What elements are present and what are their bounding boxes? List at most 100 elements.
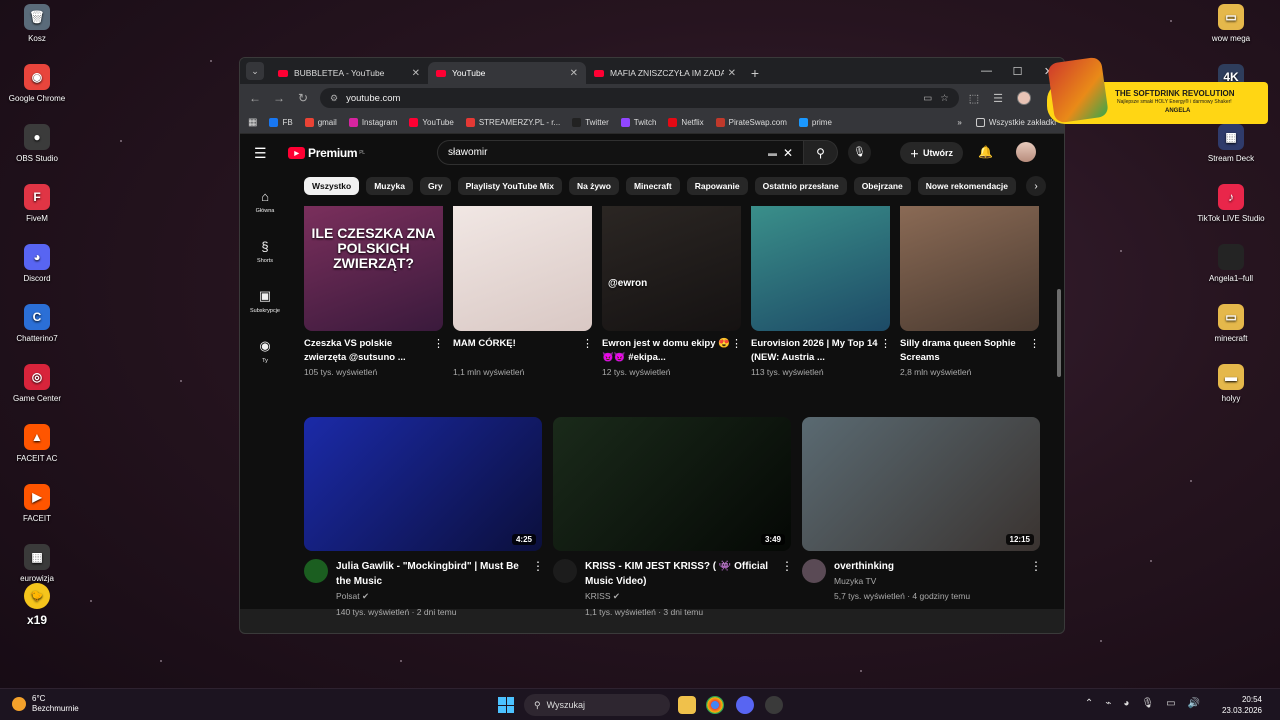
- tab-close-icon[interactable]: ✕: [728, 68, 736, 79]
- more-options-icon[interactable]: ⋮: [1029, 337, 1040, 365]
- obs-taskbar-icon[interactable]: [765, 696, 783, 714]
- search-input[interactable]: sławomir ▬ ✕: [437, 140, 804, 165]
- notifications-bell-icon[interactable]: 🔔: [978, 145, 993, 159]
- short-thumbnail[interactable]: ILE CZESZKA ZNA POLSKICH ZWIERZĄT?: [304, 206, 443, 331]
- site-info-icon[interactable]: ⚙: [330, 93, 338, 104]
- weather-widget[interactable]: 6°C Bezchmurnie: [12, 694, 79, 714]
- display-icon[interactable]: ▭: [1166, 698, 1175, 709]
- bookmark-item[interactable]: Twitter: [572, 118, 609, 127]
- all-bookmarks-button[interactable]: Wszystkie zakładki: [975, 118, 1056, 127]
- channel-avatar[interactable]: [802, 559, 826, 583]
- browser-tab[interactable]: MAFIA ZNISZCZYŁA IM ZADAN ✕: [586, 62, 744, 84]
- tray-overflow-icon[interactable]: ⌃: [1085, 698, 1093, 709]
- volume-icon[interactable]: 🔊: [1188, 698, 1200, 709]
- video-card[interactable]: 12:15 overthinking Muzyka TV 5,7 tys. wyświ…: [802, 417, 1042, 617]
- guide-item[interactable]: ⌂ Główna: [240, 176, 290, 226]
- filter-chip[interactable]: Na żywo: [568, 177, 619, 195]
- short-title[interactable]: Czeszka VS polskie zwierzęta @sutsuno ..…: [304, 337, 433, 365]
- desktop-icon[interactable]: ▦ Stream Deck: [1194, 124, 1268, 163]
- guide-item[interactable]: ▣ Subskrypcje: [240, 276, 290, 326]
- reading-list-icon[interactable]: ☰: [993, 92, 1003, 105]
- video-title[interactable]: Julia Gawlik - "Mockingbird" | Must Be t…: [336, 559, 524, 589]
- more-options-icon[interactable]: ⋮: [731, 337, 742, 365]
- short-card[interactable]: ILE CZESZKA ZNA POLSKICH ZWIERZĄT? Czeszk…: [304, 206, 444, 377]
- desktop-icon[interactable]: ● OBS Studio: [0, 124, 74, 163]
- more-options-icon[interactable]: ⋮: [433, 337, 444, 365]
- taskbar-search[interactable]: ⚲ Wyszukaj: [524, 694, 670, 716]
- channel-avatar[interactable]: [304, 559, 328, 583]
- tab-close-icon[interactable]: ✕: [570, 68, 578, 79]
- create-button[interactable]: ＋ Utwórz: [900, 142, 964, 164]
- yt-logo[interactable]: ▶ Premium PL: [288, 146, 365, 160]
- bookmark-item[interactable]: Twitch: [620, 118, 656, 127]
- tab-close-icon[interactable]: ✕: [412, 68, 420, 79]
- filter-chip[interactable]: Gry: [419, 177, 451, 195]
- cast-icon[interactable]: ▭: [923, 93, 932, 104]
- short-thumbnail[interactable]: [453, 206, 592, 331]
- short-thumbnail[interactable]: [900, 206, 1039, 331]
- desktop-icon[interactable]: F FiveM: [0, 184, 74, 223]
- desktop-icon[interactable]: ◎ Game Center: [0, 364, 74, 403]
- clear-search-icon[interactable]: ✕: [783, 146, 793, 160]
- video-thumbnail[interactable]: 3:49: [553, 417, 791, 551]
- desktop-icon[interactable]: ▶ FACEIT: [0, 484, 74, 523]
- chips-next-button[interactable]: ›: [1026, 176, 1046, 196]
- more-bookmarks-button[interactable]: »: [957, 118, 961, 127]
- tab-search-button[interactable]: ⌄: [246, 62, 264, 80]
- profile-avatar[interactable]: [1017, 91, 1031, 105]
- account-avatar[interactable]: [1016, 142, 1036, 162]
- search-button[interactable]: ⚲: [804, 140, 838, 165]
- browser-tab[interactable]: YouTube ✕: [428, 62, 586, 84]
- channel-name[interactable]: Muzyka TV: [834, 576, 1022, 586]
- short-title[interactable]: Ewron jest w domu ekipy 😍😈😈 #ekipa...: [602, 337, 731, 365]
- video-card[interactable]: 3:49 KRISS - KIM JEST KRISS? ( 👾 Official…: [553, 417, 793, 617]
- short-title[interactable]: MAM CÓRKĘ!: [453, 337, 582, 365]
- bookmark-item[interactable]: YouTube: [409, 118, 454, 127]
- desktop-icon[interactable]: C Chatterino7: [0, 304, 74, 343]
- desktop-icon[interactable]: ◕ Discord: [0, 244, 74, 283]
- video-card[interactable]: 4:25 Julia Gawlik - "Mockingbird" | Must …: [304, 417, 544, 617]
- new-tab-button[interactable]: +: [744, 62, 766, 84]
- desktop-icon[interactable]: 🗑 Kosz: [0, 4, 74, 43]
- bookmark-item[interactable]: prime: [798, 118, 832, 127]
- page-scrollbar[interactable]: [1056, 134, 1062, 609]
- short-card[interactable]: Eurovision 2026 | My Top 14 (NEW: Austri…: [751, 206, 891, 377]
- channel-name[interactable]: KRISS ✔: [585, 591, 773, 602]
- voice-search-button[interactable]: 🎙: [848, 141, 871, 164]
- reload-button[interactable]: ↻: [296, 91, 310, 105]
- maximize-button[interactable]: ☐: [1002, 58, 1033, 84]
- clock[interactable]: 20:54 23.03.2026: [1222, 694, 1262, 716]
- more-options-icon[interactable]: ⋮: [880, 337, 891, 365]
- more-options-icon[interactable]: ⋮: [1030, 559, 1042, 601]
- bookmark-item[interactable]: STREAMERZY.PL - r...: [465, 118, 560, 127]
- forward-button[interactable]: →: [272, 91, 286, 105]
- filter-chip[interactable]: Ostatnio przesłane: [754, 177, 847, 195]
- apps-grid-icon[interactable]: ▦: [248, 117, 257, 128]
- back-button[interactable]: ←: [248, 91, 262, 105]
- filter-chip[interactable]: Nowe rekomendacje: [917, 177, 1016, 195]
- bookmark-item[interactable]: Netflix: [668, 118, 704, 127]
- guide-item[interactable]: § Shorts: [240, 226, 290, 276]
- bookmark-item[interactable]: gmail: [304, 118, 337, 127]
- filter-chip[interactable]: Wszystko: [304, 177, 360, 195]
- filter-chip[interactable]: Playlisty YouTube Mix: [457, 177, 562, 195]
- file-explorer-icon[interactable]: [678, 696, 696, 714]
- short-card[interactable]: Silly drama queen Sophie Screams ⋮ 2,8 mln…: [900, 206, 1040, 377]
- keyboard-icon[interactable]: ▬: [768, 148, 777, 158]
- desktop-icon[interactable]: ▦ eurowizja: [0, 544, 74, 583]
- filter-chip[interactable]: Minecraft: [625, 177, 680, 195]
- bookmark-item[interactable]: FB: [269, 118, 293, 127]
- channel-name[interactable]: Polsat ✔: [336, 591, 524, 602]
- scrollbar-thumb[interactable]: [1057, 289, 1061, 377]
- discord-taskbar-icon[interactable]: [736, 696, 754, 714]
- mic-tray-icon[interactable]: 🎙: [1141, 698, 1154, 709]
- filter-chip[interactable]: Muzyka: [366, 177, 413, 195]
- bookmark-item[interactable]: Instagram: [348, 118, 397, 127]
- video-title[interactable]: KRISS - KIM JEST KRISS? ( 👾 Official Mus…: [585, 559, 773, 589]
- start-button[interactable]: [498, 697, 514, 713]
- short-thumbnail[interactable]: [751, 206, 890, 331]
- desktop-icon[interactable]: Angela1–full: [1194, 244, 1268, 283]
- channel-avatar[interactable]: [553, 559, 577, 583]
- more-options-icon[interactable]: ⋮: [781, 559, 793, 617]
- short-thumbnail[interactable]: @ewron: [602, 206, 741, 331]
